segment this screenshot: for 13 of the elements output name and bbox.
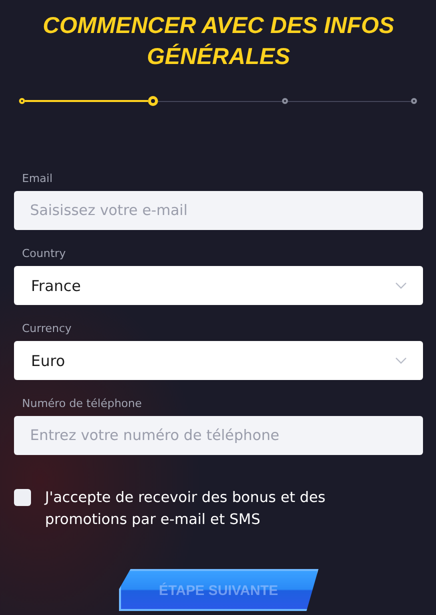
field-label: Email xyxy=(21,172,54,186)
chevron-down-icon xyxy=(395,357,407,364)
chevron-down-icon xyxy=(395,282,407,289)
field-label: Numéro de téléphone xyxy=(21,397,143,411)
input-field[interactable]: Entrez votre numéro de téléphone xyxy=(14,416,423,455)
consent-label: J'accepte de recevoir des bonus et des promotions par e-mail et SMS xyxy=(45,489,326,530)
select-field[interactable]: Euro xyxy=(14,341,423,380)
checkbox[interactable] xyxy=(14,489,31,506)
field-label: Country xyxy=(21,247,67,261)
select-field[interactable]: France xyxy=(14,266,423,305)
field-label: Currency xyxy=(21,322,73,336)
page-title: COMMENCER AVEC DES INFOS GÉNÉRALES xyxy=(42,11,396,71)
input-field[interactable]: Saisissez votre e-mail xyxy=(14,191,423,230)
